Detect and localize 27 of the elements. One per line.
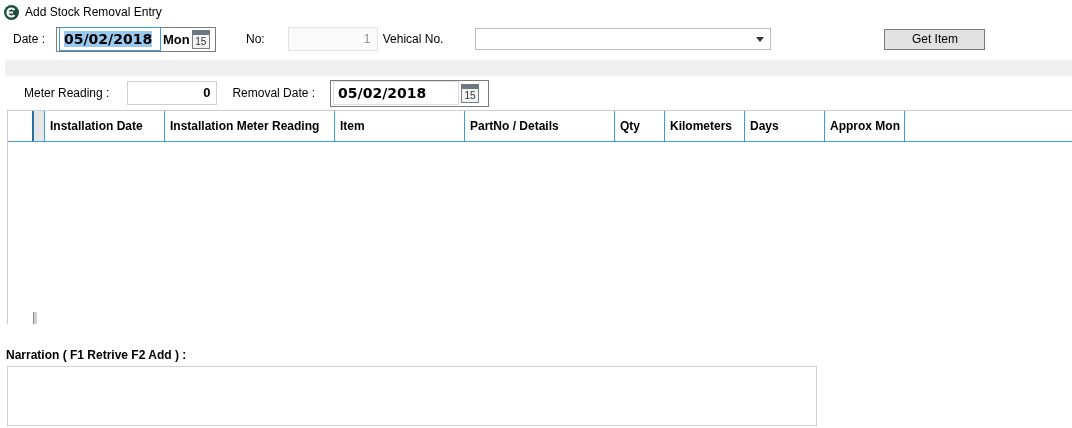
vehicle-dropdown[interactable] [475, 28, 772, 50]
date-label: Date : [13, 32, 45, 46]
narration-label: Narration ( F1 Retrive F2 Add ) : [6, 348, 187, 362]
removal-date-label: Removal Date : [232, 86, 316, 100]
calendar-icon[interactable]: 15 [461, 83, 480, 103]
get-item-button[interactable]: Get Item [884, 28, 986, 50]
calendar-icon[interactable]: 15 [191, 29, 210, 49]
row-header-corner [32, 111, 45, 141]
date-picker[interactable]: 05/02/2018 Mon 15 [56, 26, 216, 52]
meter-reading-field[interactable]: 0 [127, 81, 218, 105]
removal-date-picker[interactable]: 05/02/2018 15 [330, 79, 490, 107]
vehicle-label: Vehical No. [382, 32, 444, 46]
app-logo-icon [4, 4, 19, 20]
column-header[interactable]: Qty [615, 111, 665, 141]
dropdown-caret-icon [756, 36, 765, 42]
window-title: Add Stock Removal Entry [25, 5, 162, 19]
column-header[interactable]: Item [335, 111, 465, 141]
column-header[interactable]: Installation Date [45, 111, 165, 141]
scrollbar-thumb[interactable] [33, 312, 37, 324]
column-header[interactable]: Approx Mon [825, 111, 905, 141]
column-header[interactable]: Days [745, 111, 825, 141]
column-header[interactable]: Installation Meter Reading [165, 111, 335, 141]
number-label: No: [246, 32, 265, 46]
column-header[interactable]: Kilometers [665, 111, 745, 141]
column-header[interactable]: PartNo / Details [465, 111, 615, 141]
narration-field[interactable] [7, 366, 817, 426]
meter-reading-label: Meter Reading : [24, 86, 110, 100]
